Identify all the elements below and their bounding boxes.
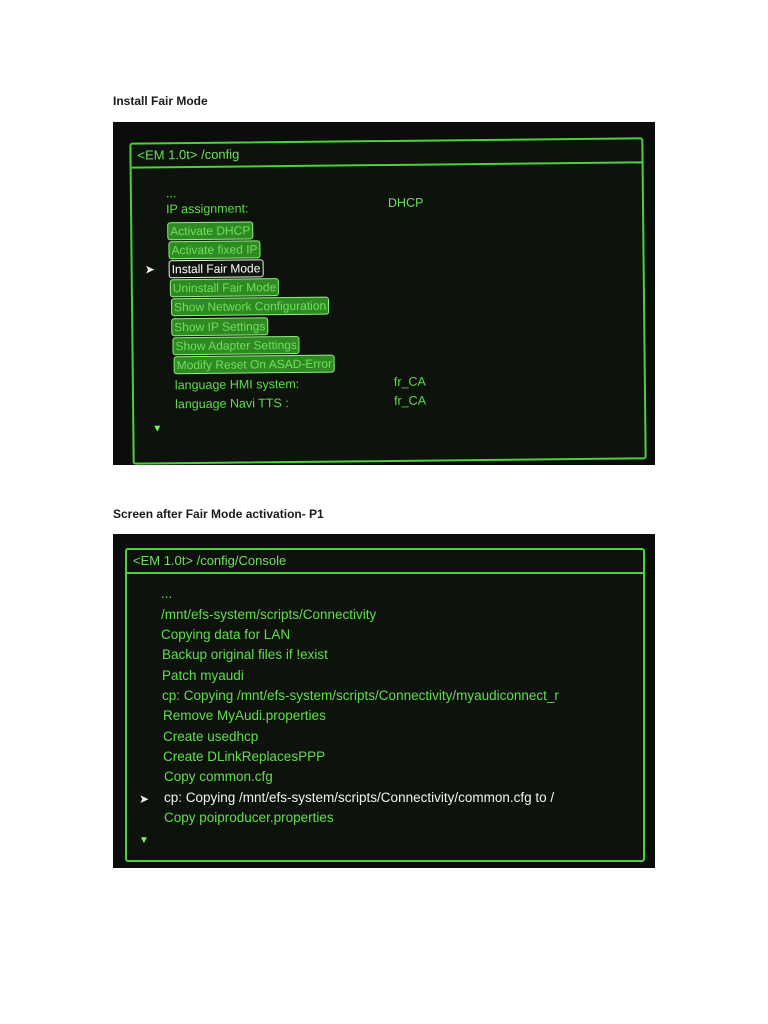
config-screen: <EM 1.0t> /config ... IP assignment: DHC… xyxy=(129,137,647,465)
console-line: Backup original files if !exist xyxy=(162,647,328,662)
menu-activate-fixed-ip[interactable]: Activate fixed IP xyxy=(168,240,261,260)
menu-install-fair-mode[interactable]: Install Fair Mode xyxy=(168,259,264,279)
ip-assignment-value: DHCP xyxy=(387,195,424,210)
config-ellipsis: ... xyxy=(165,186,177,201)
console-title: <EM 1.0t> /config/Console xyxy=(127,550,643,574)
arrow-right-icon: ➤ xyxy=(144,262,155,277)
figure1-caption: Install Fair Mode xyxy=(113,94,208,108)
ip-assignment-label: IP assignment: xyxy=(165,201,249,217)
menu-uninstall-fair-mode[interactable]: Uninstall Fair Mode xyxy=(169,278,280,298)
menu-show-ip-settings[interactable]: Show IP Settings xyxy=(171,317,269,337)
console-line: Create DLinkReplacesPPP xyxy=(163,749,326,764)
language-tts-label: language Navi TTS : xyxy=(174,396,289,412)
menu-activate-dhcp[interactable]: Activate DHCP xyxy=(167,221,254,241)
arrow-right-icon: ➤ xyxy=(139,792,150,806)
menu-show-adapter-settings[interactable]: Show Adapter Settings xyxy=(172,335,300,356)
config-title: <EM 1.0t> /config xyxy=(131,139,642,169)
figure2-photo: <EM 1.0t> /config/Console ... /mnt/efs-s… xyxy=(113,534,655,868)
console-line: Patch myaudi xyxy=(162,668,244,683)
console-line: ... xyxy=(161,586,173,601)
triangle-down-icon[interactable]: ▼ xyxy=(152,423,162,434)
console-line: Remove MyAudi.properties xyxy=(163,708,326,723)
figure1-photo: <EM 1.0t> /config ... IP assignment: DHC… xyxy=(113,122,655,465)
console-line: cp: Copying /mnt/efs-system/scripts/Conn… xyxy=(162,688,559,703)
console-line-selected[interactable]: cp: Copying /mnt/efs-system/scripts/Conn… xyxy=(164,790,554,805)
menu-show-network-configuration[interactable]: Show Network Configuration xyxy=(170,296,330,317)
language-tts-value: fr_CA xyxy=(393,393,427,408)
language-hmi-label: language HMI system: xyxy=(174,376,300,393)
menu-modify-reset-on-asad-error[interactable]: Modify Reset On ASAD-Error xyxy=(173,354,336,375)
console-screen: <EM 1.0t> /config/Console ... /mnt/efs-s… xyxy=(125,548,645,862)
triangle-down-icon[interactable]: ▼ xyxy=(139,835,149,846)
console-line: /mnt/efs-system/scripts/Connectivity xyxy=(161,607,377,622)
figure2-caption: Screen after Fair Mode activation- P1 xyxy=(113,507,324,521)
console-line: Copy common.cfg xyxy=(164,769,273,784)
console-line: Create usedhcp xyxy=(163,729,259,744)
console-line: Copying data for LAN xyxy=(161,627,291,642)
console-line: Copy poiproducer.properties xyxy=(164,810,334,825)
language-hmi-value: fr_CA xyxy=(393,374,426,389)
